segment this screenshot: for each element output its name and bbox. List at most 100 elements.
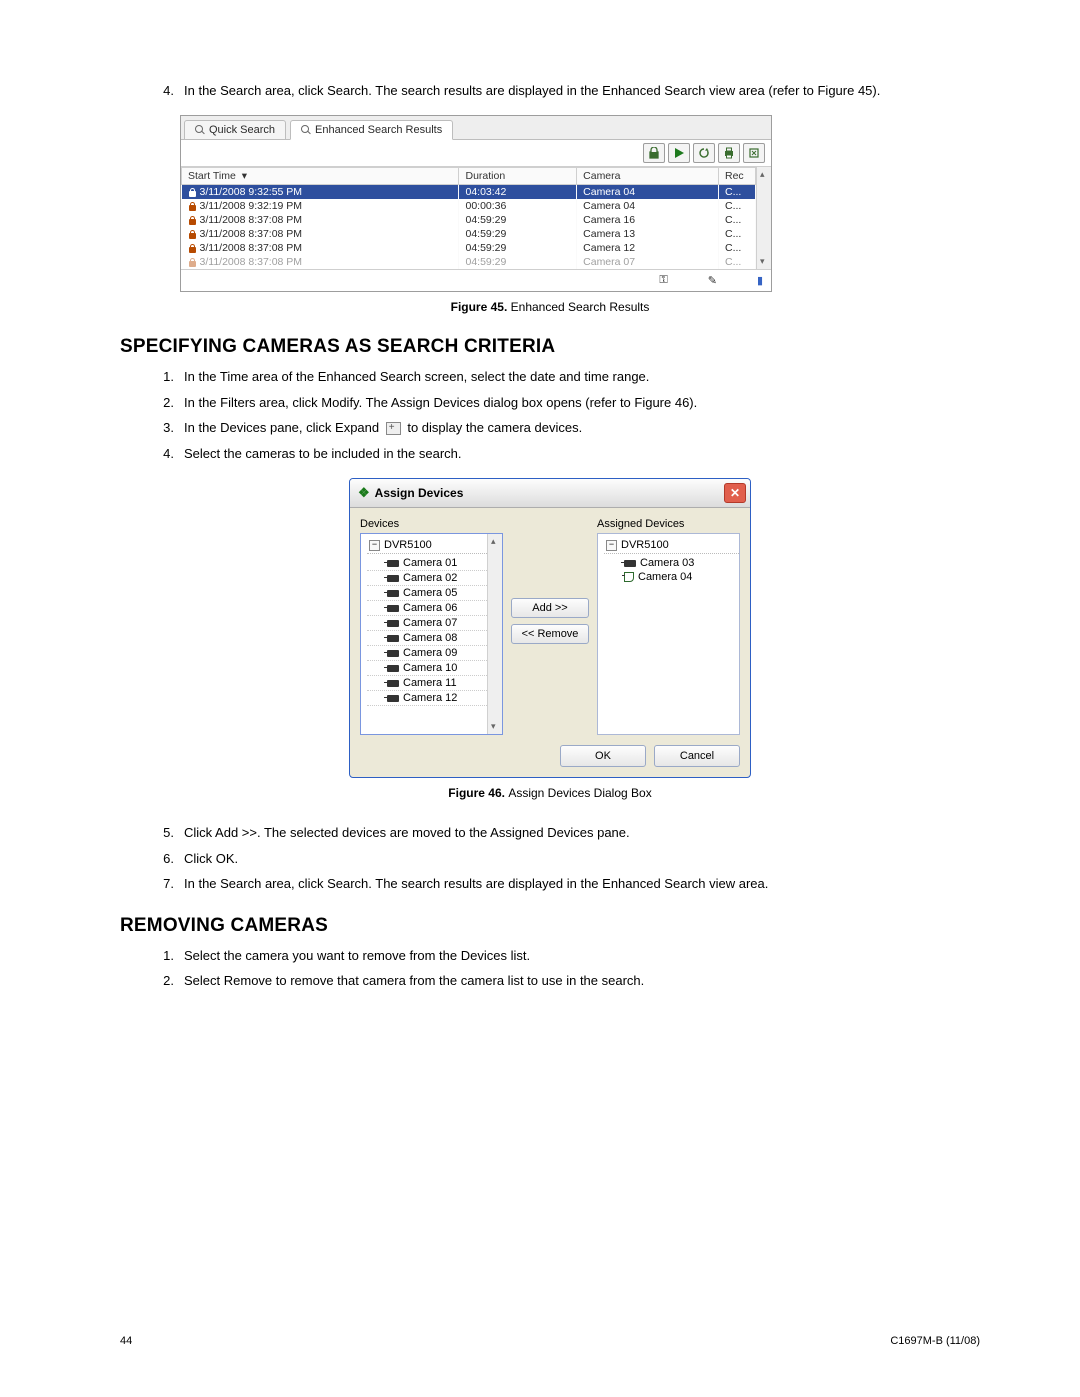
list-item[interactable]: Camera 08	[367, 631, 487, 646]
export-button[interactable]	[743, 143, 765, 163]
search-icon	[301, 125, 311, 135]
collapse-icon[interactable]: −	[606, 540, 617, 551]
list-item[interactable]: Camera 01	[367, 556, 487, 571]
step-num: 7.	[150, 873, 184, 894]
col-start-time[interactable]: Start Time ▾	[182, 168, 459, 185]
tree-root[interactable]: −DVR5100	[604, 538, 739, 554]
print-button[interactable]	[718, 143, 740, 163]
camera-icon	[387, 650, 399, 657]
key-icon: ⚿	[659, 274, 667, 287]
camera-icon	[387, 680, 399, 687]
list-item[interactable]: Camera 09	[367, 646, 487, 661]
doc-id: C1697M-B (11/08)	[890, 1335, 980, 1347]
remove-button[interactable]: << Remove	[511, 624, 589, 644]
camera-icon	[387, 575, 399, 582]
list-item[interactable]: Camera 12	[367, 691, 487, 706]
camera-icon	[387, 605, 399, 612]
devices-listbox[interactable]: −DVR5100 Camera 01 Camera 02 Camera 05 C…	[360, 533, 503, 735]
lock-icon	[188, 202, 197, 211]
refresh-button[interactable]	[693, 143, 715, 163]
step-num: 5.	[150, 822, 184, 843]
list-item[interactable]: Camera 02	[367, 571, 487, 586]
step-num: 2.	[150, 970, 184, 991]
add-button[interactable]: Add >>	[511, 598, 589, 618]
step-num: 4.	[150, 443, 184, 464]
results-table: Start Time ▾ Duration Camera Rec 3/11/20…	[181, 167, 756, 269]
lock-icon	[188, 258, 197, 267]
dialog-title: Assign Devices	[375, 486, 464, 500]
camera-icon	[387, 590, 399, 597]
step-num: 1.	[150, 945, 184, 966]
camera-icon	[387, 695, 399, 702]
list-item[interactable]: Camera 03	[604, 556, 739, 570]
step-num: 3.	[150, 417, 184, 438]
table-row[interactable]: 3/11/2008 8:37:08 PM 04:59:29Camera 12C.…	[182, 241, 756, 255]
heading-removing-cameras: REMOVING CAMERAS	[120, 915, 980, 937]
table-row[interactable]: 3/11/2008 9:32:19 PM 00:00:36Camera 04C.…	[182, 199, 756, 213]
lock-icon	[188, 230, 197, 239]
step-text: Select the camera you want to remove fro…	[184, 945, 980, 966]
tree-root[interactable]: −DVR5100	[367, 538, 487, 554]
ok-button[interactable]: OK	[560, 745, 646, 767]
list-item[interactable]: Camera 10	[367, 661, 487, 676]
list-item[interactable]: Camera 05	[367, 586, 487, 601]
step-text: In the Devices pane, click Expand to dis…	[184, 417, 980, 438]
table-row[interactable]: 3/11/2008 8:37:08 PM 04:59:29Camera 16C.…	[182, 213, 756, 227]
close-button[interactable]: ✕	[724, 483, 746, 503]
col-duration[interactable]: Duration	[459, 168, 577, 185]
enhanced-search-results-panel: Quick Search Enhanced Search Results	[180, 115, 772, 292]
list-item[interactable]: Camera 06	[367, 601, 487, 616]
lock-icon	[188, 216, 197, 225]
step-text: Select the cameras to be included in the…	[184, 443, 980, 464]
camera-icon	[387, 560, 399, 567]
step-text: Click OK.	[184, 848, 980, 869]
figure-caption: Figure 46. Assign Devices Dialog Box	[120, 786, 980, 800]
step-num: 2.	[150, 392, 184, 413]
bookmark-icon: ▮	[757, 274, 763, 287]
table-row[interactable]: 3/11/2008 8:37:08 PM 04:59:29Camera 13C.…	[182, 227, 756, 241]
step-num: 6.	[150, 848, 184, 869]
tab-quick-search[interactable]: Quick Search	[184, 120, 286, 140]
camera-icon	[387, 665, 399, 672]
lock-icon	[188, 244, 197, 253]
edit-icon: ✎	[708, 274, 717, 287]
figure-caption: Figure 45. Enhanced Search Results	[120, 300, 980, 314]
step-text: In the Time area of the Enhanced Search …	[184, 366, 980, 387]
tab-label: Enhanced Search Results	[315, 124, 442, 136]
tab-enhanced-search-results[interactable]: Enhanced Search Results	[290, 120, 453, 140]
assigned-devices-label: Assigned Devices	[597, 518, 740, 530]
assigned-devices-listbox[interactable]: −DVR5100 Camera 03 Camera 04	[597, 533, 740, 735]
camera-icon	[624, 572, 634, 582]
step-text: Select Remove to remove that camera from…	[184, 970, 980, 991]
scrollbar[interactable]: ▴▾	[487, 534, 502, 734]
lock-button[interactable]	[643, 143, 665, 163]
step-text: Click Add >>. The selected devices are m…	[184, 822, 980, 843]
col-rec[interactable]: Rec	[719, 168, 756, 185]
step-text: In the Search area, click Search. The se…	[184, 80, 980, 101]
col-camera[interactable]: Camera	[577, 168, 719, 185]
step-num: 4.	[150, 80, 184, 101]
assign-devices-dialog: ❖ Assign Devices ✕ Devices −DVR5100 Came…	[349, 478, 751, 778]
step-text: In the Filters area, click Modify. The A…	[184, 392, 980, 413]
list-item[interactable]: Camera 07	[367, 616, 487, 631]
table-row[interactable]: 3/11/2008 9:32:55 PM 04:03:42 Camera 04 …	[182, 185, 756, 200]
camera-icon	[387, 620, 399, 627]
camera-icon	[624, 560, 636, 567]
heading-specifying-cameras: SPECIFYING CAMERAS AS SEARCH CRITERIA	[120, 336, 980, 358]
list-item[interactable]: Camera 04	[604, 570, 739, 584]
step-num: 1.	[150, 366, 184, 387]
lock-icon	[188, 188, 197, 197]
collapse-icon[interactable]: −	[369, 540, 380, 551]
list-item[interactable]: Camera 11	[367, 676, 487, 691]
tab-label: Quick Search	[209, 124, 275, 136]
cancel-button[interactable]: Cancel	[654, 745, 740, 767]
play-button[interactable]	[668, 143, 690, 163]
search-icon	[195, 125, 205, 135]
app-icon: ❖	[358, 485, 370, 501]
step-text: In the Search area, click Search. The se…	[184, 873, 980, 894]
scrollbar[interactable]: ▴ ▾	[756, 167, 771, 269]
camera-icon	[387, 635, 399, 642]
table-row[interactable]: 3/11/2008 8:37:08 PM 04:59:29Camera 07C.…	[182, 255, 756, 269]
page-number: 44	[120, 1335, 132, 1347]
expand-icon	[386, 422, 401, 435]
